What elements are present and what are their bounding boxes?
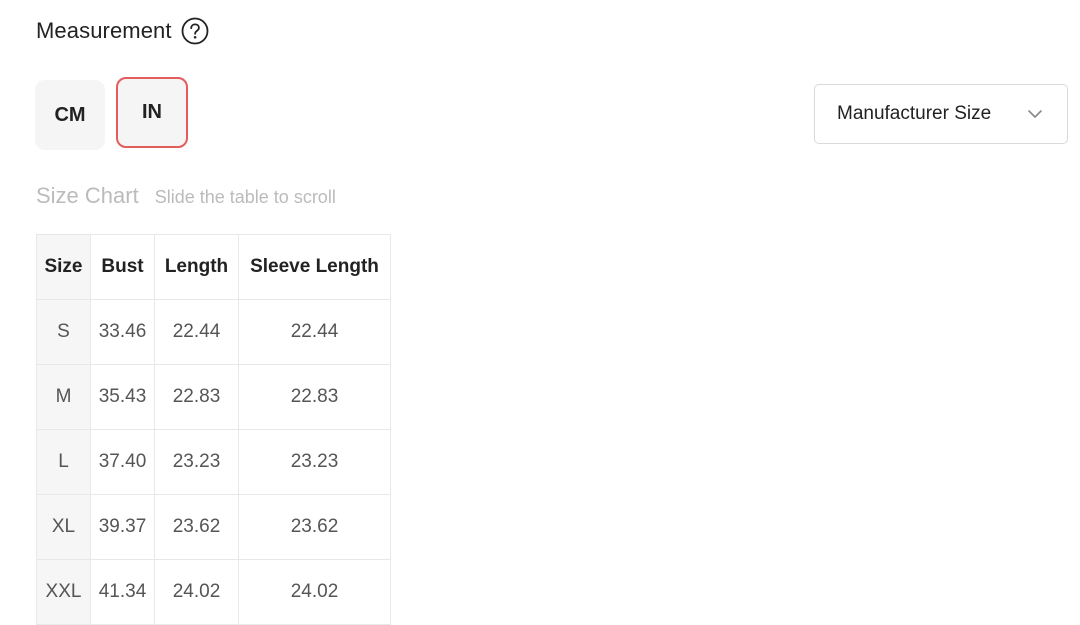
cell-sleeve-length: 22.83 xyxy=(238,364,391,430)
table-row: XXL 41.34 24.02 24.02 xyxy=(36,559,391,625)
cell-sleeve-length: 23.23 xyxy=(238,429,391,495)
scroll-hint: Slide the table to scroll xyxy=(154,187,336,207)
cell-length: 22.44 xyxy=(154,299,239,365)
cell-size: M xyxy=(36,364,91,430)
measurement-header: Measurement xyxy=(36,15,209,47)
cell-length: 23.62 xyxy=(154,494,239,560)
size-type-selected: Manufacturer Size xyxy=(837,103,992,124)
table-row: L 37.40 23.23 23.23 xyxy=(36,429,391,495)
cell-length: 24.02 xyxy=(154,559,239,625)
size-chart-label: Size Chart xyxy=(36,183,139,208)
table-header-row: Size Bust Length Sleeve Length xyxy=(36,234,391,300)
table-row: M 35.43 22.83 22.83 xyxy=(36,364,391,430)
size-type-dropdown[interactable]: Manufacturer Size xyxy=(814,84,1068,144)
cell-sleeve-length: 24.02 xyxy=(238,559,391,625)
cell-size: XXL xyxy=(36,559,91,625)
unit-cm-button[interactable]: CM xyxy=(35,80,105,150)
cell-bust: 41.34 xyxy=(90,559,155,625)
cell-length: 22.83 xyxy=(154,364,239,430)
size-chart-table-container[interactable]: Size Bust Length Sleeve Length S 33.46 2… xyxy=(36,234,391,625)
column-header-length: Length xyxy=(154,234,239,300)
chevron-down-icon xyxy=(1027,106,1043,122)
question-circle-icon[interactable] xyxy=(181,17,209,45)
cell-size: L xyxy=(36,429,91,495)
unit-in-button[interactable]: IN xyxy=(116,77,188,148)
cell-bust: 33.46 xyxy=(90,299,155,365)
cell-bust: 35.43 xyxy=(90,364,155,430)
size-chart-heading: Size Chart Slide the table to scroll xyxy=(36,183,336,209)
cell-bust: 39.37 xyxy=(90,494,155,560)
table-row: S 33.46 22.44 22.44 xyxy=(36,299,391,365)
cell-bust: 37.40 xyxy=(90,429,155,495)
column-header-sleeve-length: Sleeve Length xyxy=(238,234,391,300)
cell-size: XL xyxy=(36,494,91,560)
cell-sleeve-length: 22.44 xyxy=(238,299,391,365)
table-row: XL 39.37 23.62 23.62 xyxy=(36,494,391,560)
column-header-size: Size xyxy=(36,234,91,300)
size-chart-table: Size Bust Length Sleeve Length S 33.46 2… xyxy=(36,234,391,625)
page-title: Measurement xyxy=(36,18,172,43)
cell-sleeve-length: 23.62 xyxy=(238,494,391,560)
cell-size: S xyxy=(36,299,91,365)
column-header-bust: Bust xyxy=(90,234,155,300)
cell-length: 23.23 xyxy=(154,429,239,495)
